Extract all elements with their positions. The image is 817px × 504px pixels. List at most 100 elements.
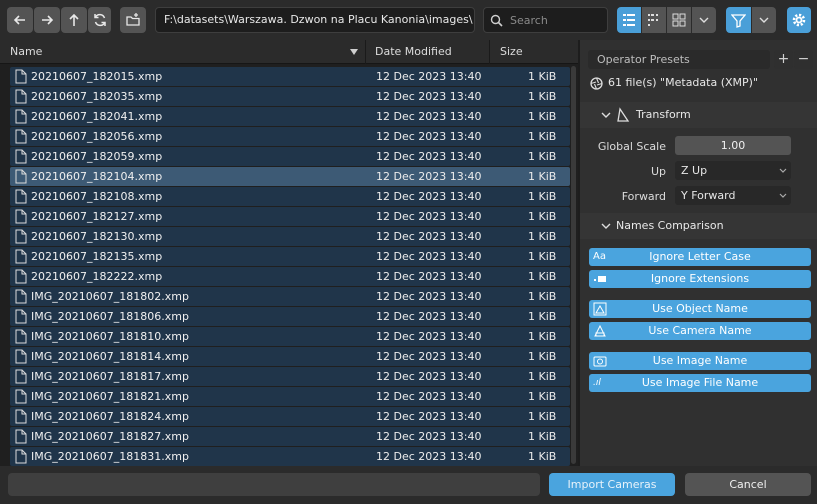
file-date: 12 Dec 2023 13:40	[376, 250, 482, 263]
add-preset-button[interactable]: +	[774, 50, 793, 69]
new-directory-button[interactable]	[120, 7, 146, 33]
list-view-icon	[623, 14, 635, 26]
file-name: IMG_20210607_181821.xmp	[31, 390, 189, 403]
use-image-name-button[interactable]: Use Image Name	[589, 352, 811, 370]
file-icon	[15, 109, 27, 124]
thumbnail-view-button[interactable]	[667, 7, 691, 33]
global-scale-field[interactable]: 1.00	[675, 136, 791, 155]
use-camera-name-button[interactable]: Use Camera Name	[589, 322, 811, 340]
column-divider	[365, 40, 366, 64]
file-row[interactable]: IMG_20210607_181810.xmp 12 Dec 2023 13:40…	[10, 327, 570, 346]
file-row[interactable]: IMG_20210607_181802.xmp 12 Dec 2023 13:40…	[10, 287, 570, 306]
import-cameras-button[interactable]: Import Cameras	[549, 473, 675, 496]
use-object-name-button[interactable]: Use Object Name	[589, 300, 811, 318]
chevron-down-icon	[779, 193, 787, 198]
column-name-header[interactable]: Name	[10, 40, 42, 64]
forward-axis-dropdown[interactable]: Y Forward	[675, 186, 791, 205]
file-icon	[15, 149, 27, 164]
column-divider	[489, 40, 490, 64]
file-row[interactable]: 20210607_182015.xmp 12 Dec 2023 13:40 1 Ki…	[10, 67, 570, 86]
up-axis-value: Z Up	[681, 164, 708, 177]
ignore-letter-case-button[interactable]: Aa Ignore Letter Case	[589, 248, 811, 266]
extension-icon	[594, 276, 606, 282]
sort-descending-icon[interactable]	[350, 48, 358, 56]
file-name: IMG_20210607_181802.xmp	[31, 290, 189, 303]
file-row[interactable]: 20210607_182222.xmp 12 Dec 2023 13:40 1 Ki…	[10, 267, 570, 286]
file-size: 1 KiB	[528, 250, 557, 263]
filter-toggle-button[interactable]	[726, 7, 751, 33]
file-date: 12 Dec 2023 13:40	[376, 110, 482, 123]
file-size: 1 KiB	[528, 170, 557, 183]
search-input[interactable]	[508, 12, 602, 28]
refresh-icon	[93, 13, 106, 27]
file-date: 12 Dec 2023 13:40	[376, 430, 482, 443]
chevron-down-icon	[699, 17, 709, 23]
file-row[interactable]: IMG_20210607_181806.xmp 12 Dec 2023 13:40…	[10, 307, 570, 326]
ignore-extensions-button[interactable]: Ignore Extensions	[589, 270, 811, 288]
file-date: 12 Dec 2023 13:40	[376, 350, 482, 363]
settings-button[interactable]	[787, 7, 811, 33]
remove-preset-button[interactable]: −	[794, 50, 813, 69]
file-date: 12 Dec 2023 13:40	[376, 390, 482, 403]
file-row[interactable]: 20210607_182035.xmp 12 Dec 2023 13:40 1 Ki…	[10, 87, 570, 106]
operator-presets-dropdown[interactable]: Operator Presets	[588, 50, 770, 69]
file-date: 12 Dec 2023 13:40	[376, 170, 482, 183]
column-date-header[interactable]: Date Modified	[375, 40, 452, 64]
file-date: 12 Dec 2023 13:40	[376, 210, 482, 223]
file-row[interactable]: IMG_20210607_181817.xmp 12 Dec 2023 13:40…	[10, 367, 570, 386]
back-button[interactable]	[7, 7, 33, 33]
refresh-button[interactable]	[88, 7, 111, 33]
file-row[interactable]: 20210607_182059.xmp 12 Dec 2023 13:40 1 Ki…	[10, 147, 570, 166]
arrow-left-icon	[13, 15, 25, 25]
parent-directory-button[interactable]	[61, 7, 87, 33]
file-name: IMG_20210607_181814.xmp	[31, 350, 189, 363]
directory-path-field[interactable]: F:\datasets\Warszawa. Dzwon na Placu Kan…	[155, 7, 475, 33]
letter-case-icon: Aa	[593, 251, 606, 262]
file-size: 1 KiB	[528, 70, 557, 83]
file-list-scrollbar[interactable]	[571, 66, 576, 464]
file-date: 12 Dec 2023 13:40	[376, 130, 482, 143]
file-name: IMG_20210607_181824.xmp	[31, 410, 189, 423]
search-field[interactable]	[483, 7, 608, 33]
filename-field[interactable]	[8, 473, 540, 496]
file-row[interactable]: 20210607_182130.xmp 12 Dec 2023 13:40 1 Ki…	[10, 227, 570, 246]
file-row[interactable]: 20210607_182127.xmp 12 Dec 2023 13:40 1 Ki…	[10, 207, 570, 226]
file-icon	[15, 409, 27, 424]
file-date: 12 Dec 2023 13:40	[376, 90, 482, 103]
column-size-header[interactable]: Size	[500, 40, 523, 64]
up-axis-dropdown[interactable]: Z Up	[675, 161, 791, 180]
file-row[interactable]: 20210607_182104.xmp 12 Dec 2023 13:40 1 Ki…	[10, 167, 570, 186]
file-row[interactable]: 20210607_182135.xmp 12 Dec 2023 13:40 1 Ki…	[10, 247, 570, 266]
file-row[interactable]: IMG_20210607_181827.xmp 12 Dec 2023 13:40…	[10, 427, 570, 446]
filter-options-dropdown[interactable]	[752, 7, 776, 33]
names-comparison-section-header[interactable]: Names Comparison	[580, 213, 817, 239]
file-icon	[15, 89, 27, 104]
horizontal-list-view-button[interactable]	[642, 7, 666, 33]
file-row[interactable]: IMG_20210607_181824.xmp 12 Dec 2023 13:40…	[10, 407, 570, 426]
file-icon	[15, 189, 27, 204]
file-size: 1 KiB	[528, 210, 557, 223]
file-list-header: Name Date Modified Size	[0, 40, 578, 64]
grid-view-icon	[672, 13, 686, 27]
transform-section-header[interactable]: Transform	[580, 102, 817, 128]
cancel-button[interactable]: Cancel	[685, 473, 811, 496]
use-image-file-name-button[interactable]: .ıl Use Image File Name	[589, 374, 811, 392]
aperture-icon	[590, 77, 603, 90]
file-icon	[15, 329, 27, 344]
file-row[interactable]: 20210607_182041.xmp 12 Dec 2023 13:40 1 Ki…	[10, 107, 570, 126]
view-options-dropdown[interactable]	[692, 7, 716, 33]
file-row[interactable]: 20210607_182108.xmp 12 Dec 2023 13:40 1 Ki…	[10, 187, 570, 206]
chevron-down-icon	[601, 223, 611, 229]
file-size: 1 KiB	[528, 390, 557, 403]
vertical-list-view-button[interactable]	[617, 7, 641, 33]
file-row[interactable]: IMG_20210607_181814.xmp 12 Dec 2023 13:40…	[10, 347, 570, 366]
object-icon	[593, 302, 607, 316]
file-icon	[15, 429, 27, 444]
file-row[interactable]: IMG_20210607_181831.xmp 12 Dec 2023 13:40…	[10, 447, 570, 466]
transform-section-title: Transform	[636, 108, 691, 121]
file-row[interactable]: IMG_20210607_181821.xmp 12 Dec 2023 13:40…	[10, 387, 570, 406]
camera-data-icon	[594, 324, 606, 337]
file-row[interactable]: 20210607_182056.xmp 12 Dec 2023 13:40 1 Ki…	[10, 127, 570, 146]
forward-button[interactable]	[34, 7, 60, 33]
ignore-extensions-label: Ignore Extensions	[650, 272, 750, 285]
